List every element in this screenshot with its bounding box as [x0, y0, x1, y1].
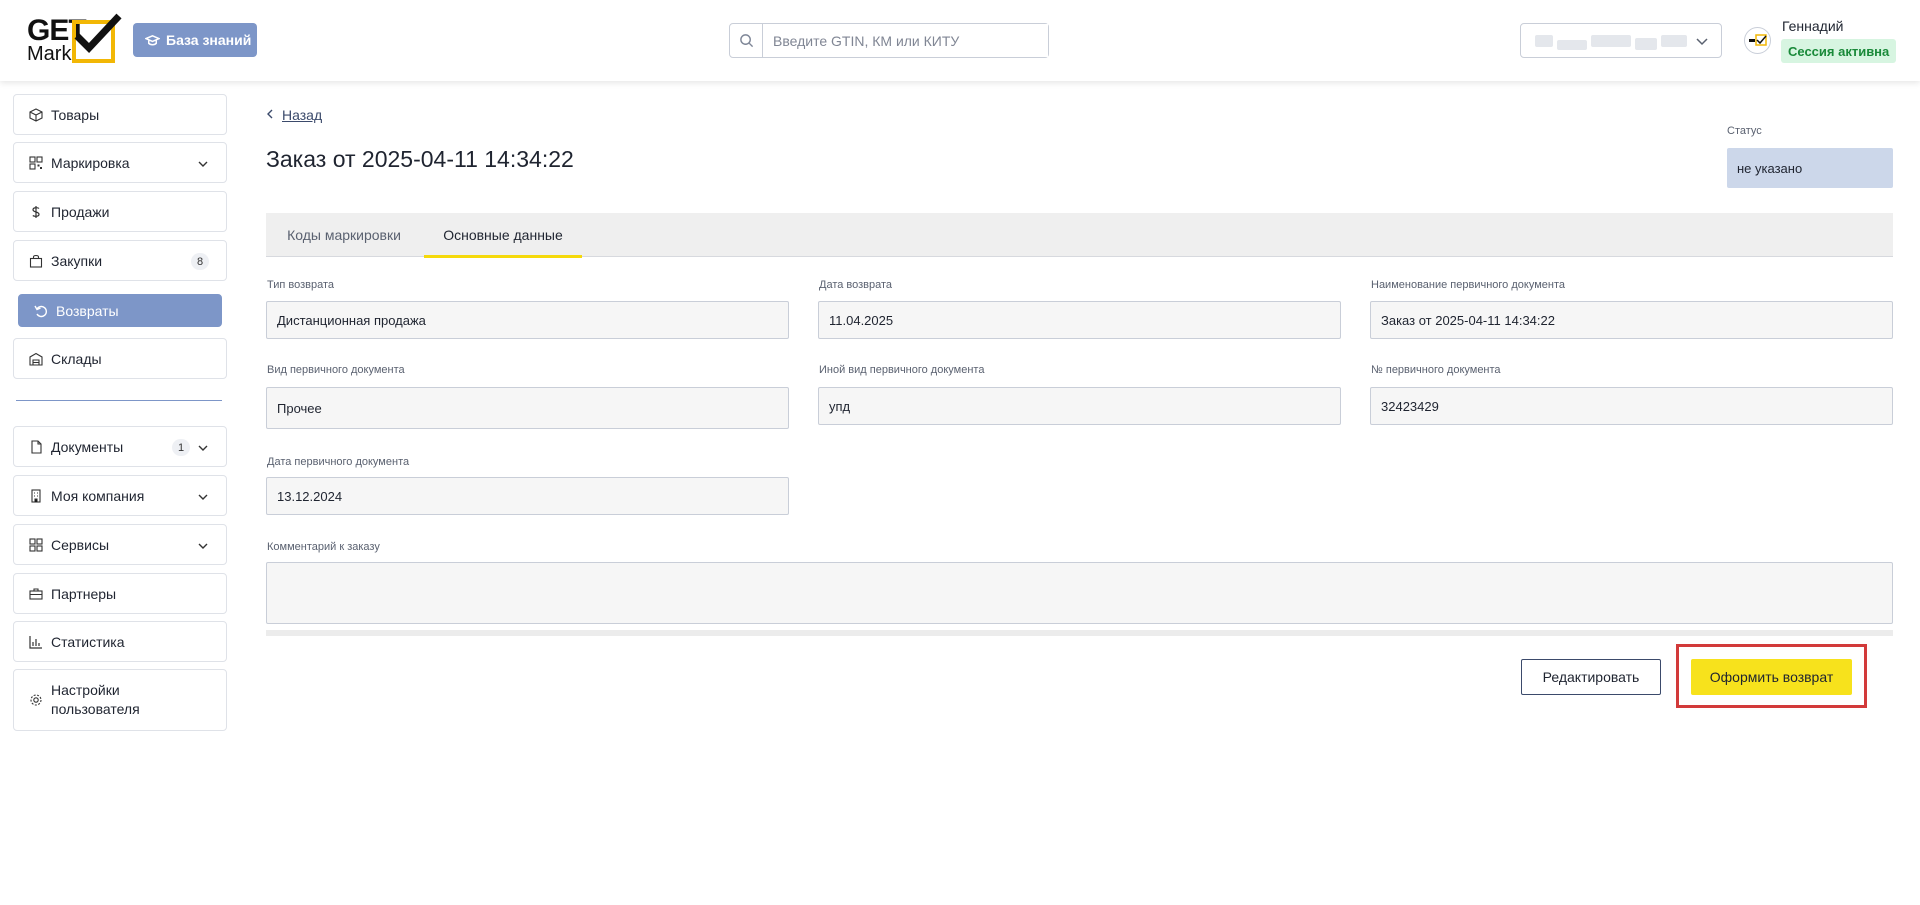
logo-check-icon [74, 13, 122, 54]
sidebar-divider [16, 400, 222, 401]
status-value: не указано [1727, 148, 1893, 188]
qr-icon [29, 155, 43, 170]
sidebar-item-user-settings[interactable]: Настройки пользователя [13, 669, 227, 731]
sidebar-item-label: Маркировка [51, 154, 130, 171]
comment-label: Комментарий к заказу [267, 541, 380, 553]
return-type-field[interactable]: Дистанционная продажа [266, 301, 789, 339]
sidebar-item-label: Возвраты [56, 302, 119, 319]
page-title: Заказ от 2025-04-11 14:34:22 [266, 146, 574, 172]
avatar[interactable] [1744, 27, 1771, 54]
primary-doc-type-field[interactable]: Прочее [266, 387, 789, 429]
chevron-down-icon [197, 157, 209, 173]
sidebar-item-label: Сервисы [51, 536, 110, 553]
redacted-text [1635, 38, 1657, 50]
sidebar-item-label: Статистика [51, 633, 125, 650]
form-bottom-bar [266, 630, 1893, 636]
sidebar-item-products[interactable]: Товары [13, 94, 227, 135]
search-icon[interactable] [730, 24, 763, 57]
tab-bar: Коды маркировки Основные данные [266, 213, 1893, 258]
return-date-field[interactable]: 11.04.2025 [818, 301, 1341, 339]
sidebar-item-marking[interactable]: Маркировка [13, 142, 227, 183]
sidebar-item-label: Закупки [51, 252, 103, 269]
sidebar-item-returns[interactable]: Возвраты [18, 294, 222, 327]
avatar-logo-icon [1748, 33, 1767, 46]
building-icon [29, 488, 43, 503]
primary-doc-name-field[interactable]: Заказ от 2025-04-11 14:34:22 [1370, 301, 1893, 339]
bag-icon [29, 254, 43, 268]
logo-text-bottom: Mark [27, 43, 72, 65]
box-icon [29, 107, 43, 122]
chevron-down-icon [197, 490, 209, 506]
sidebar-item-label: Продажи [51, 203, 110, 220]
primary-doc-date-field[interactable]: 13.12.2024 [266, 477, 789, 515]
chart-icon [29, 635, 43, 649]
sidebar-item-documents[interactable]: Документы 1 [13, 426, 227, 467]
knowledge-base-label: База знаний [166, 32, 252, 48]
other-doc-type-field[interactable]: упд [818, 387, 1341, 425]
sidebar-item-purchases[interactable]: Закупки 8 [13, 240, 227, 281]
partners-icon [29, 587, 43, 601]
documents-count-badge: 1 [172, 439, 190, 456]
chevron-down-icon [197, 441, 209, 457]
back-label: Назад [282, 107, 323, 123]
return-type-label: Тип возврата [267, 279, 335, 291]
primary-doc-number-field[interactable]: 32423429 [1370, 387, 1893, 425]
edit-button[interactable]: Редактировать [1521, 659, 1661, 695]
redacted-text [1661, 35, 1687, 47]
submit-return-button[interactable]: Оформить возврат [1691, 659, 1852, 695]
top-header: GET Mark База знаний Генн [0, 0, 1920, 81]
document-icon [29, 439, 43, 454]
sidebar-item-label: Настройки пользователя [51, 682, 140, 717]
primary-doc-name-label: Наименование первичного документа [1371, 279, 1565, 291]
search-input[interactable] [763, 24, 1048, 57]
sidebar-item-label: Товары [51, 106, 100, 123]
sidebar-item-label: Партнеры [51, 585, 117, 602]
getmark-logo[interactable]: GET Mark [25, 13, 122, 65]
sidebar-item-services[interactable]: Сервисы [13, 524, 227, 565]
sidebar-item-statistics[interactable]: Статистика [13, 621, 227, 662]
tab-marking-codes[interactable]: Коды маркировки [266, 213, 422, 257]
sidebar-item-label: Документы [51, 438, 124, 455]
primary-doc-type-label: Вид первичного документа [267, 364, 405, 376]
purchases-count-badge: 8 [191, 253, 209, 270]
tab-main-data[interactable]: Основные данные [424, 213, 582, 258]
redacted-text [1591, 35, 1631, 47]
chevron-down-icon [1695, 34, 1709, 51]
sidebar-item-partners[interactable]: Партнеры [13, 573, 227, 614]
gear-icon [29, 693, 43, 707]
warehouse-icon [29, 352, 43, 366]
graduation-cap-icon [145, 33, 160, 48]
dollar-icon [29, 205, 43, 219]
sidebar-item-warehouses[interactable]: Склады [13, 338, 227, 379]
comment-textarea[interactable] [266, 562, 1893, 624]
sidebar-item-label: Моя компания [51, 487, 145, 504]
grid-icon [29, 537, 43, 552]
search-box [729, 23, 1049, 58]
sidebar-item-my-company[interactable]: Моя компания [13, 475, 227, 516]
user-name: Геннадий [1782, 18, 1844, 34]
primary-doc-number-label: № первичного документа [1371, 364, 1501, 376]
primary-doc-date-label: Дата первичного документа [267, 456, 410, 468]
redacted-text [1535, 35, 1553, 47]
redacted-text [1557, 40, 1587, 50]
company-select[interactable] [1520, 23, 1722, 58]
session-status-badge: Сессия активна [1781, 39, 1897, 63]
knowledge-base-button[interactable]: База знаний [133, 23, 257, 57]
return-icon [34, 304, 48, 318]
sidebar-item-label: Склады [51, 350, 102, 367]
chevron-left-icon [266, 107, 274, 123]
status-label: Статус [1727, 125, 1762, 137]
back-link[interactable]: Назад [266, 107, 322, 123]
chevron-down-icon [197, 539, 209, 555]
other-doc-type-label: Иной вид первичного документа [819, 364, 985, 376]
return-date-label: Дата возврата [819, 279, 893, 291]
sidebar-item-sales[interactable]: Продажи [13, 191, 227, 232]
